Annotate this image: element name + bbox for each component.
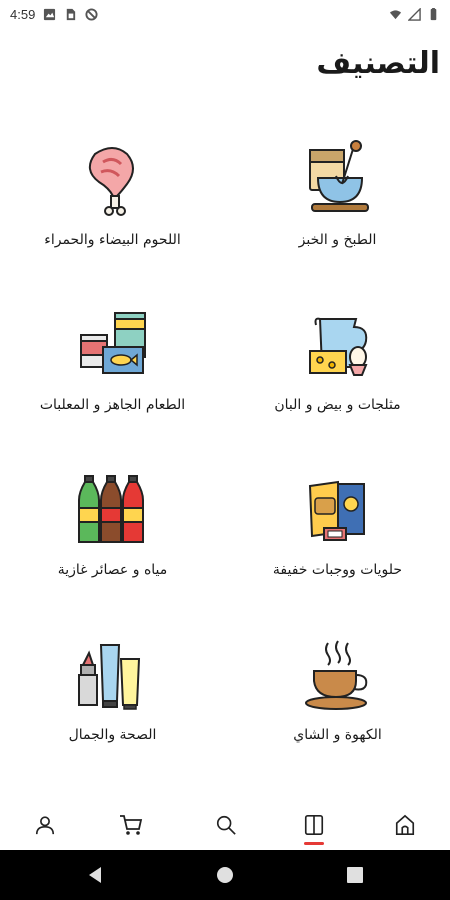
gallery-notification-icon: [44, 8, 56, 20]
beauty-icon: [77, 644, 140, 710]
signal-icon: [408, 7, 421, 21]
nav-home[interactable]: [390, 810, 420, 840]
category-label: الكهوة و الشاي: [293, 727, 382, 743]
category-baking[interactable]: الطبخ و الخبز: [225, 130, 450, 280]
snacks-icon: [308, 480, 365, 541]
system-navigation-bar: [0, 850, 450, 900]
category-coffee-tea[interactable]: الكهوة و الشاي: [225, 625, 450, 775]
category-canned-food[interactable]: الطعام الجاهز و المعلبات: [0, 295, 225, 445]
canned-food-icon: [79, 312, 146, 374]
profile-icon: [35, 816, 55, 835]
back-icon[interactable]: [85, 865, 105, 885]
category-label: الصحة والجمال: [68, 727, 157, 743]
baking-icon: [308, 140, 369, 212]
categories-icon: [304, 815, 324, 835]
nav-profile[interactable]: [30, 810, 60, 840]
active-tab-indicator: [304, 842, 324, 845]
category-meat[interactable]: اللحوم البيضاء والحمراء: [0, 130, 225, 280]
category-label: الطعام الجاهز و المعلبات: [39, 397, 186, 413]
bottom-navigation: [0, 800, 450, 850]
search-icon: [216, 815, 236, 835]
dairy-icon: [308, 317, 367, 376]
category-dairy[interactable]: مثلجات و بيض و البان: [225, 295, 450, 445]
home-icon: [395, 814, 415, 835]
category-label: حلويات ووجبات خفيفة: [272, 562, 403, 578]
cart-icon: [120, 815, 143, 835]
blocked-notification-icon: [85, 7, 98, 21]
nav-cart[interactable]: [116, 810, 146, 840]
coffee-tea-icon: [304, 640, 367, 710]
status-time: 4:59: [10, 6, 36, 22]
soft-drinks-icon: [77, 475, 144, 543]
battery-icon: [430, 7, 437, 20]
home-button-icon[interactable]: [215, 865, 235, 885]
nav-search[interactable]: [211, 810, 241, 840]
wifi-icon: [389, 9, 402, 19]
sim-notification-icon: [67, 8, 76, 20]
page-title: التصنيف: [316, 46, 440, 81]
nav-categories[interactable]: [299, 810, 329, 840]
category-label: مياه و عصائر غازية: [57, 562, 168, 578]
category-soft-drinks[interactable]: مياه و عصائر غازية: [0, 460, 225, 610]
category-label: اللحوم البيضاء والحمراء: [44, 232, 181, 248]
meat-icon: [88, 147, 134, 216]
category-label: الطبخ و الخبز: [298, 232, 377, 248]
recents-icon[interactable]: [345, 865, 365, 885]
category-snacks[interactable]: حلويات ووجبات خفيفة: [225, 460, 450, 610]
category-label: مثلجات و بيض و البان: [274, 397, 401, 413]
category-beauty[interactable]: الصحة والجمال: [0, 625, 225, 775]
status-bar: 4:59: [0, 0, 450, 28]
